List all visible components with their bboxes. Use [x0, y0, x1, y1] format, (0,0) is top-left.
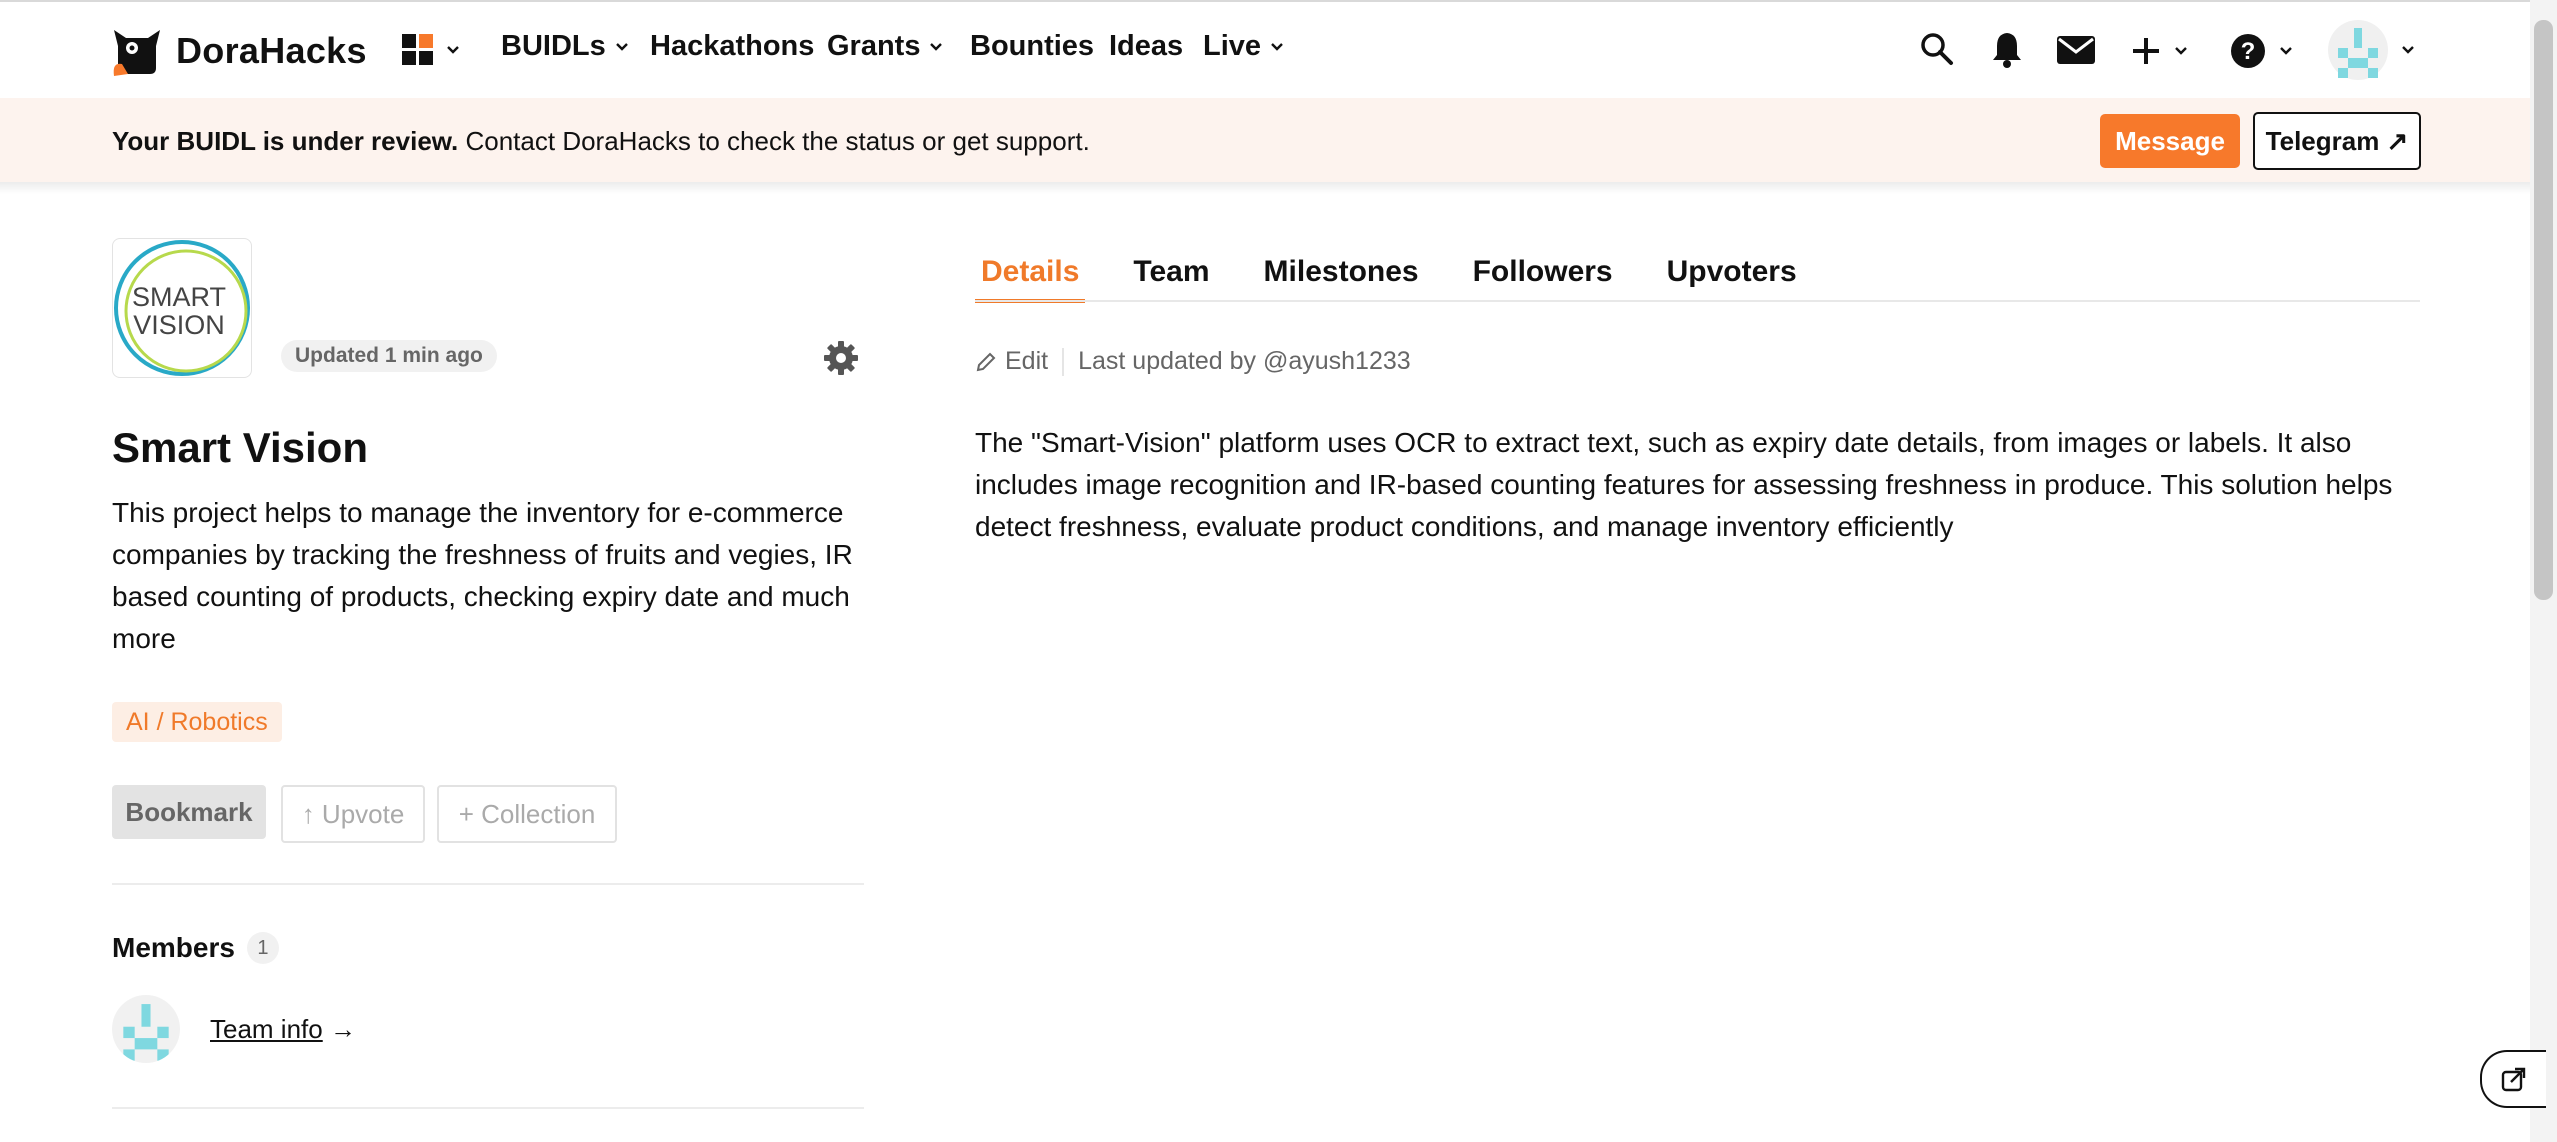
- upvote-button[interactable]: ↑ Upvote: [281, 785, 425, 843]
- banner-shadow: [0, 182, 2530, 194]
- logo-text-vision: VISION: [133, 310, 225, 340]
- nav-ideas-label: Ideas: [1109, 30, 1184, 62]
- edit-label: Edit: [1005, 347, 1049, 375]
- nav-grants-label: Grants: [827, 30, 921, 62]
- chevron-down-icon: [2175, 47, 2187, 55]
- chevron-down-icon: [615, 42, 628, 51]
- nav-live-label: Live: [1203, 30, 1262, 62]
- project-tabs: Details Team Milestones Followers Upvote…: [975, 255, 1845, 303]
- pencil-icon: [976, 352, 996, 371]
- nav-grants[interactable]: Grants: [827, 30, 946, 63]
- tab-team[interactable]: Team: [1127, 255, 1215, 299]
- chevron-down-icon: [447, 45, 459, 54]
- members-count: 1: [246, 932, 279, 964]
- nav-live[interactable]: Live: [1203, 30, 1287, 63]
- logo-text-smart: SMART: [132, 282, 226, 312]
- members-title: Members: [112, 932, 235, 963]
- create-menu[interactable]: [2131, 36, 2191, 66]
- banner-message: Your BUIDL is under review. Contact Dora…: [112, 126, 1090, 157]
- help-menu[interactable]: ?: [2230, 33, 2296, 69]
- plus-icon: [2133, 38, 2159, 64]
- banner-bold-text: Your BUIDL is under review.: [112, 126, 459, 156]
- tab-milestones[interactable]: Milestones: [1258, 255, 1425, 299]
- chevron-down-icon: [1271, 42, 1283, 51]
- add-collection-button[interactable]: + Collection: [437, 785, 617, 843]
- tabs-underline: [975, 300, 2420, 302]
- avatar: [123, 1004, 169, 1061]
- avatar: [2328, 20, 2388, 80]
- share-icon: [2501, 1067, 2526, 1092]
- banner-body-text: Contact DoraHacks to check the status or…: [458, 126, 1090, 156]
- share-button[interactable]: [2480, 1050, 2546, 1108]
- bookmark-button[interactable]: Bookmark: [112, 785, 266, 839]
- chevron-down-icon: [930, 42, 943, 51]
- project-logo: SMART VISION: [112, 238, 252, 378]
- brand-name: DoraHacks: [176, 30, 367, 71]
- top-navbar: DoraHacks BUIDLs Hackathons Grants Bount…: [0, 2, 2530, 98]
- category-tag[interactable]: AI / Robotics: [112, 702, 282, 742]
- nav-buidls[interactable]: BUIDLs: [501, 30, 632, 63]
- tab-upvoters[interactable]: Upvoters: [1661, 255, 1803, 299]
- bell-icon[interactable]: [1989, 30, 2025, 68]
- nav-hackathons[interactable]: Hackathons: [650, 30, 814, 63]
- members-heading: Members 1: [112, 932, 279, 964]
- review-banner: Your BUIDL is under review. Contact Dora…: [0, 98, 2530, 182]
- apps-grid-menu[interactable]: [402, 34, 463, 65]
- grid-icon: [402, 34, 433, 65]
- brand-logo[interactable]: DoraHacks: [110, 24, 367, 78]
- separator: [1062, 347, 1065, 376]
- mail-icon[interactable]: [2056, 35, 2096, 65]
- nav-bounties[interactable]: Bounties: [970, 30, 1094, 63]
- help-icon: ?: [2231, 34, 2265, 68]
- scrollbar-thumb[interactable]: [2534, 20, 2553, 600]
- dora-logo-icon: [113, 30, 160, 76]
- project-description: This project helps to manage the invento…: [112, 497, 853, 654]
- project-logo-image: SMART VISION: [114, 240, 250, 376]
- arrow-right-icon: →: [322, 1014, 356, 1044]
- chevron-down-icon: [2402, 46, 2414, 54]
- gear-icon[interactable]: [823, 340, 859, 376]
- team-info-label: Team info: [210, 1014, 323, 1044]
- last-updated-text: Last updated by @ayush1233: [1078, 347, 1411, 375]
- divider: [112, 883, 864, 885]
- edit-button[interactable]: Edit: [975, 347, 1048, 376]
- nav-buidls-label: BUIDLs: [501, 30, 606, 62]
- search-icon[interactable]: [1919, 31, 1955, 67]
- member-avatar[interactable]: [112, 995, 180, 1063]
- message-button[interactable]: Message: [2100, 114, 2240, 168]
- details-body: The "Smart-Vision" platform uses OCR to …: [975, 427, 2393, 542]
- nav-ideas[interactable]: Ideas: [1109, 30, 1183, 63]
- edit-row: Edit Last updated by @ayush1233: [975, 347, 1411, 376]
- telegram-button[interactable]: Telegram ↗: [2253, 112, 2421, 170]
- tab-followers[interactable]: Followers: [1467, 255, 1619, 299]
- nav-hackathons-label: Hackathons: [650, 30, 815, 62]
- chevron-down-icon: [2280, 47, 2292, 55]
- divider: [112, 1107, 864, 1109]
- user-menu[interactable]: [2328, 20, 2418, 80]
- tab-details[interactable]: Details: [975, 255, 1086, 303]
- svg-text:?: ?: [2241, 38, 2256, 65]
- team-info-link[interactable]: Team info →: [210, 1014, 356, 1045]
- updated-badge: Updated 1 min ago: [281, 340, 497, 372]
- nav-bounties-label: Bounties: [970, 30, 1095, 62]
- project-name: Smart Vision: [112, 424, 368, 471]
